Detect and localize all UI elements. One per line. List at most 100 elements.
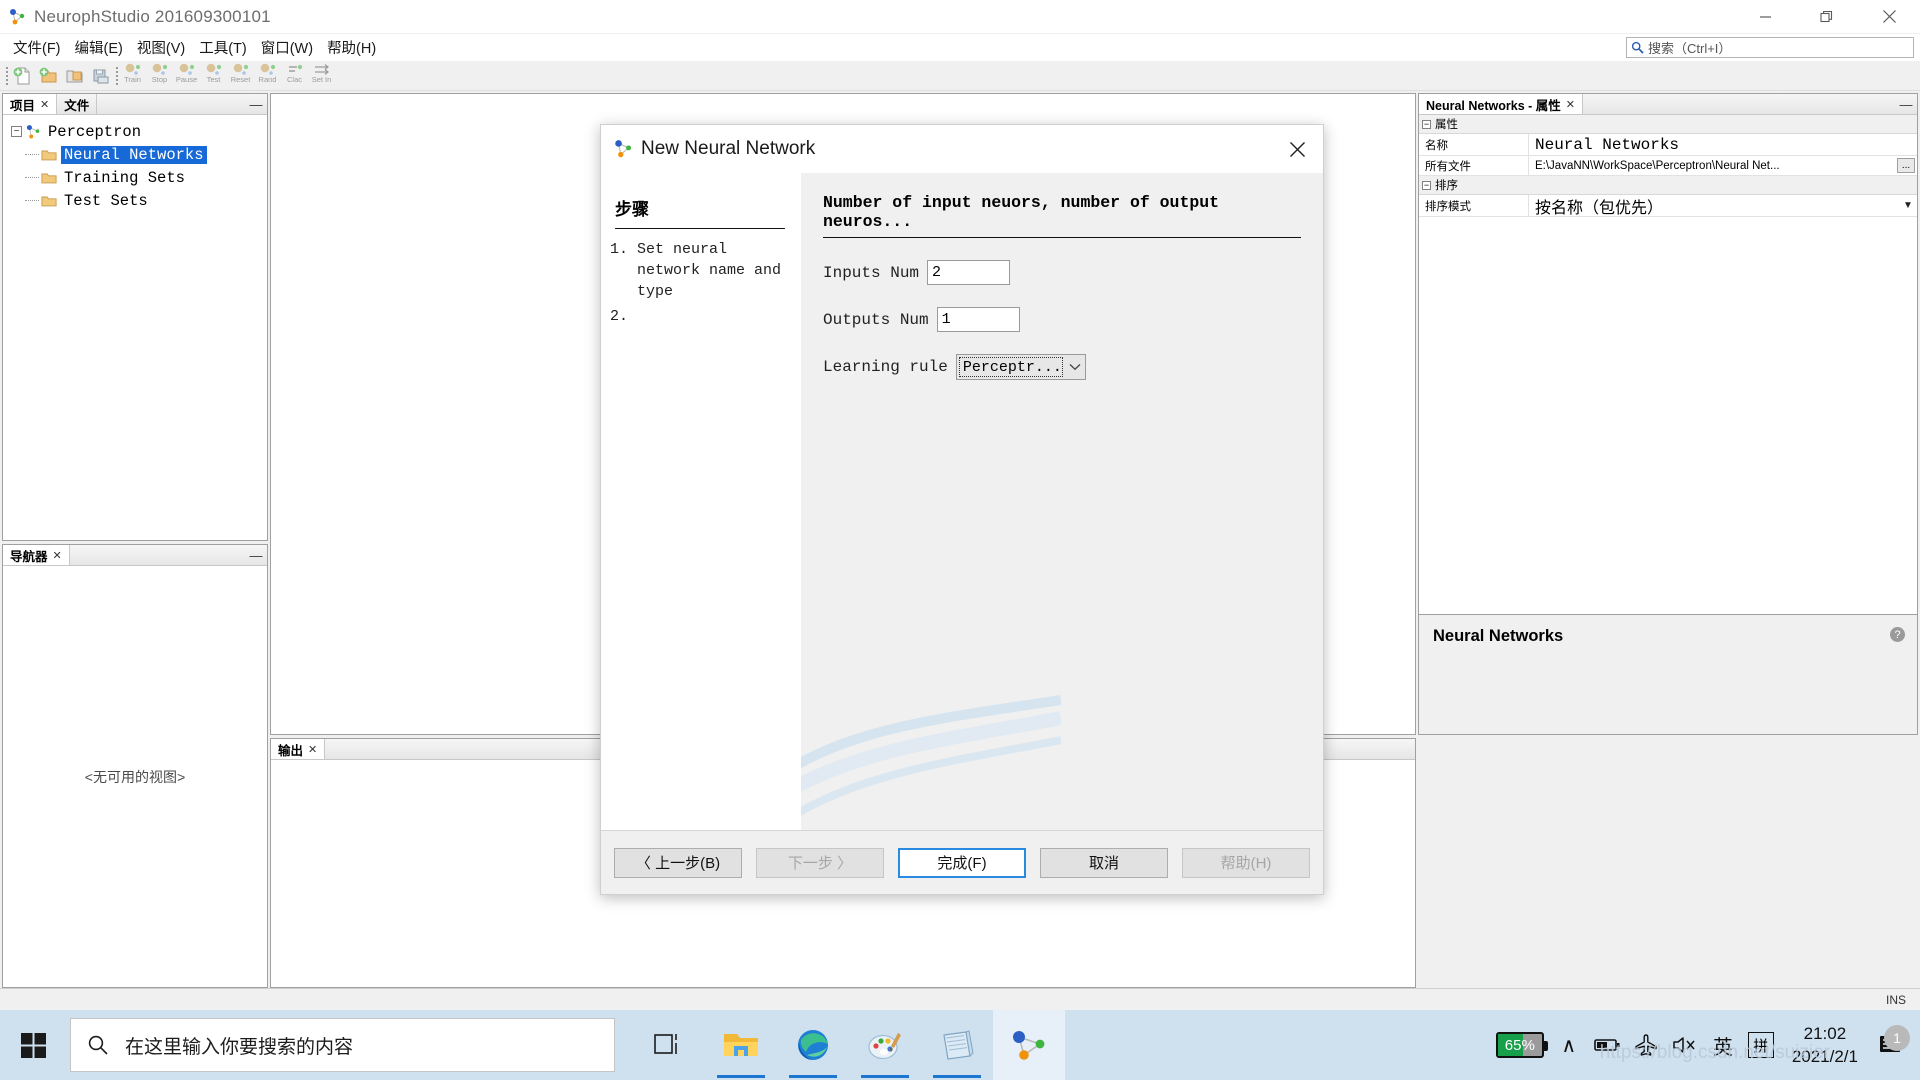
dialog-title-bar: New Neural Network	[601, 125, 1323, 173]
tab-output[interactable]: 输出 ✕	[271, 739, 326, 759]
tree-node-test-sets[interactable]: Test Sets	[11, 189, 267, 212]
dialog-steps-list: Set neural network name and type	[615, 239, 785, 327]
battery-percent-indicator[interactable]: 65%	[1495, 1032, 1548, 1058]
menu-window[interactable]: 窗口(W)	[254, 35, 320, 60]
property-row-all-files[interactable]: 所有文件 E:\JavaNN\WorkSpace\Perceptron\Neur…	[1419, 156, 1917, 176]
tree-line	[25, 177, 39, 178]
menu-help[interactable]: 帮助(H)	[320, 35, 383, 60]
property-row-sort-mode[interactable]: 排序模式 按名称（包优先） ▼	[1419, 195, 1917, 217]
tab-output-close-icon[interactable]: ✕	[308, 743, 317, 756]
open-project-icon[interactable]	[62, 63, 88, 89]
property-group-attributes[interactable]: − 属性	[1419, 115, 1917, 134]
minimize-button[interactable]	[1734, 0, 1796, 34]
learning-rule-value: Perceptr...	[958, 357, 1063, 377]
help-button: 帮助(H)	[1182, 847, 1310, 878]
input-language-indicator[interactable]: 英	[1712, 1031, 1734, 1060]
toolbar-clac-label: Clac	[286, 74, 302, 84]
task-view-icon[interactable]	[633, 1010, 705, 1080]
toolbar-setin-label: Set In	[311, 74, 332, 84]
group-collapse-icon[interactable]: −	[1422, 180, 1431, 190]
taskbar-apps	[633, 1010, 1065, 1080]
menu-file[interactable]: 文件(F)	[6, 35, 68, 60]
restore-button[interactable]	[1796, 0, 1858, 34]
global-search-box[interactable]: 搜索（Ctrl+I）	[1626, 37, 1914, 58]
main-toolbar: Train Stop Pause Test Reset Rand Clac Se…	[0, 61, 1920, 91]
close-button[interactable]	[1858, 0, 1920, 34]
properties-panel: Neural Networks - 属性 ✕ — − 属性 名称 Neural …	[1418, 93, 1918, 735]
taskbar-clock[interactable]: 21:02 2021/2/1	[1792, 1022, 1858, 1068]
outputs-num-field[interactable]: 1	[936, 307, 1020, 332]
neuroph-studio-icon[interactable]	[993, 1010, 1065, 1080]
tab-properties-close-icon[interactable]: ✕	[1566, 98, 1575, 111]
toolbar-pause-button[interactable]: Pause	[174, 63, 199, 89]
navigator-panel-tabs: 导航器 ✕ —	[3, 545, 267, 566]
microsoft-edge-icon[interactable]	[777, 1010, 849, 1080]
menu-view[interactable]: 视图(V)	[130, 35, 192, 60]
learning-rule-label: Learning rule	[823, 358, 948, 376]
toolbar-test-button[interactable]: Test	[201, 63, 226, 89]
projects-minimize-button[interactable]: —	[245, 94, 267, 114]
toolbar-train-button[interactable]: Train	[120, 63, 145, 89]
property-row-name[interactable]: 名称 Neural Networks	[1419, 134, 1917, 156]
collapse-toggle-icon[interactable]: −	[11, 126, 22, 137]
new-project-icon[interactable]	[36, 63, 62, 89]
tree-node-perceptron[interactable]: − Perceptron	[11, 120, 267, 143]
finish-button[interactable]: 完成(F)	[898, 847, 1026, 878]
app-running-underline	[717, 1075, 765, 1078]
back-button[interactable]: 〈 上一步(B)	[614, 847, 742, 878]
toolbar-clac-button[interactable]: Clac	[282, 63, 307, 89]
inputs-num-field[interactable]: 2	[927, 260, 1011, 285]
paint-icon[interactable]	[849, 1010, 921, 1080]
chevron-down-icon[interactable]	[1065, 363, 1085, 371]
taskbar-search-box[interactable]: 在这里输入你要搜索的内容	[70, 1018, 615, 1072]
navigator-minimize-button[interactable]: —	[245, 545, 267, 565]
notification-center-button[interactable]: 1	[1872, 1025, 1910, 1057]
new-file-icon[interactable]	[10, 63, 36, 89]
property-group-sort[interactable]: − 排序	[1419, 176, 1917, 195]
file-explorer-icon[interactable]	[705, 1010, 777, 1080]
toolbar-reset-button[interactable]: Reset	[228, 63, 253, 89]
ime-mode-indicator[interactable]: 拼	[1747, 1032, 1774, 1058]
dialog-step-2	[637, 306, 785, 327]
menu-edit[interactable]: 编辑(E)	[68, 35, 130, 60]
tab-files-label: 文件	[64, 98, 90, 113]
tab-properties[interactable]: Neural Networks - 属性 ✕	[1419, 94, 1583, 114]
start-button[interactable]	[0, 1010, 68, 1080]
tab-navigator-close-icon[interactable]: ✕	[53, 549, 62, 562]
tab-files[interactable]: 文件	[57, 94, 98, 114]
show-hidden-icons-chevron-icon[interactable]: ∧	[1558, 1033, 1580, 1058]
save-all-icon[interactable]	[88, 63, 114, 89]
property-value-sort-mode: 按名称（包优先）	[1535, 199, 1664, 217]
notepad-icon[interactable]	[921, 1010, 993, 1080]
dialog-close-button[interactable]	[1271, 126, 1323, 172]
menu-bar: 文件(F) 编辑(E) 视图(V) 工具(T) 窗口(W) 帮助(H) 搜索（C…	[0, 34, 1920, 61]
tree-node-training-sets[interactable]: Training Sets	[11, 166, 267, 189]
airplane-mode-icon[interactable]	[1634, 1033, 1658, 1057]
folder-icon	[41, 171, 57, 185]
tab-navigator[interactable]: 导航器 ✕	[3, 545, 70, 565]
cancel-button[interactable]: 取消	[1040, 847, 1168, 878]
tree-node-neural-networks[interactable]: Neural Networks	[11, 143, 267, 166]
property-browse-button[interactable]: ...	[1897, 158, 1915, 173]
properties-body: − 属性 名称 Neural Networks 所有文件 E:\JavaNN\W…	[1419, 115, 1917, 614]
property-key-name: 名称	[1419, 134, 1529, 155]
projects-panel-tabs: 项目 ✕ 文件 —	[3, 94, 267, 115]
help-icon[interactable]: ?	[1890, 627, 1905, 642]
learning-rule-select[interactable]: Perceptr...	[955, 354, 1086, 380]
status-bar: INS	[0, 988, 1920, 1010]
battery-icon[interactable]	[1594, 1037, 1620, 1053]
toolbar-stop-button[interactable]: Stop	[147, 63, 172, 89]
menu-tools[interactable]: 工具(T)	[192, 35, 254, 60]
group-collapse-icon[interactable]: −	[1422, 119, 1431, 129]
chevron-down-icon[interactable]: ▼	[1899, 200, 1917, 211]
property-group-attributes-label: 属性	[1435, 119, 1458, 131]
toolbar-setin-button[interactable]: Set In	[309, 63, 334, 89]
volume-muted-icon[interactable]	[1672, 1035, 1698, 1055]
properties-minimize-button[interactable]: —	[1895, 94, 1917, 114]
tab-projects-close-icon[interactable]: ✕	[40, 98, 49, 111]
tab-projects[interactable]: 项目 ✕	[3, 94, 58, 114]
toolbar-rand-button[interactable]: Rand	[255, 63, 280, 89]
tree-label-test-sets: Test Sets	[64, 191, 148, 210]
projects-panel: 项目 ✕ 文件 — − Perceptron Neural Networks T…	[2, 93, 268, 541]
tree-label-perceptron: Perceptron	[48, 122, 142, 141]
